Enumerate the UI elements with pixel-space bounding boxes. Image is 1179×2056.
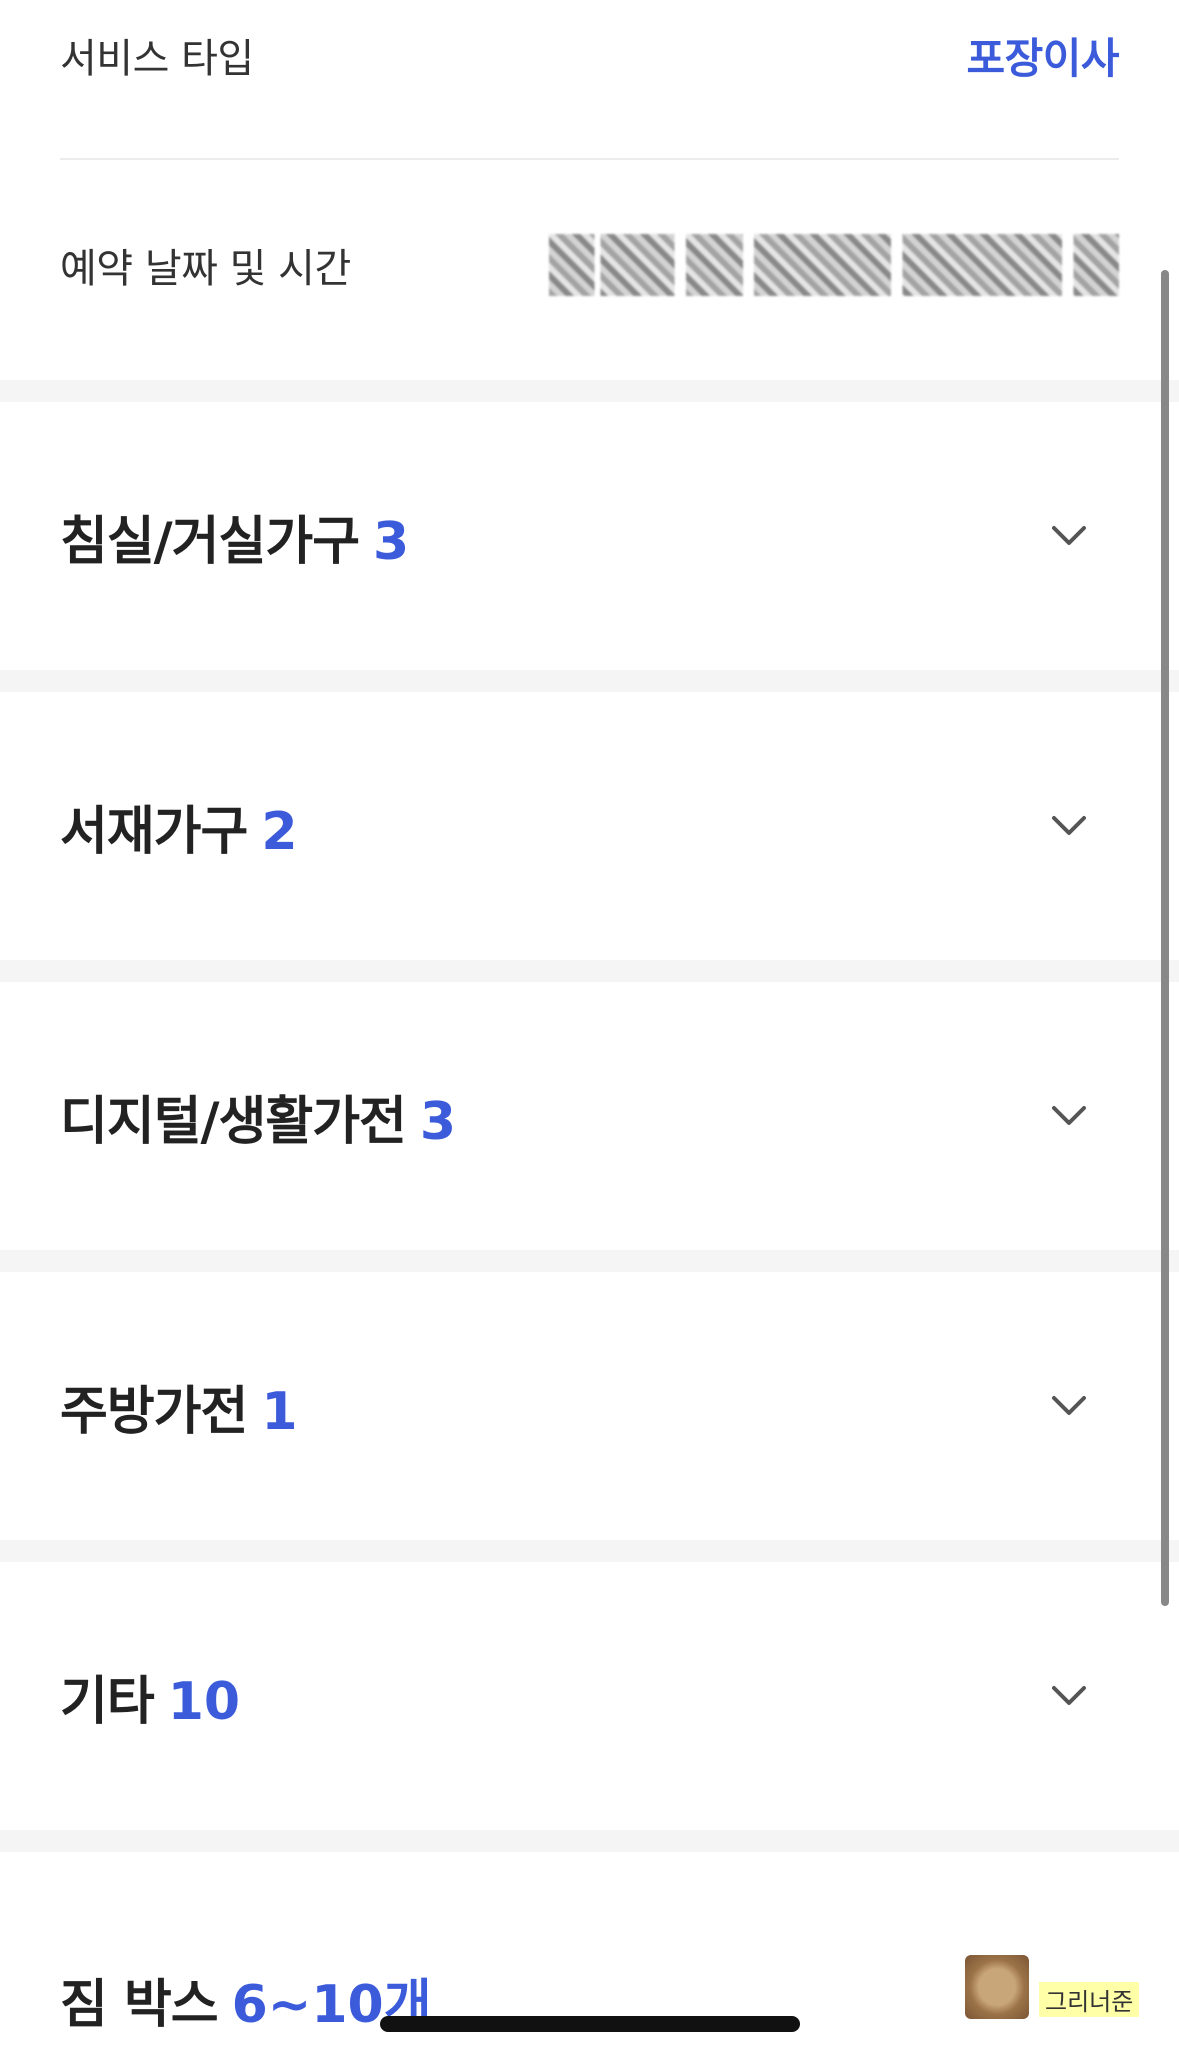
section-others[interactable]: 기타 10 — [0, 1562, 1160, 1830]
section-heading: 짐 박스 6~10개 — [60, 1962, 432, 2037]
chevron-down-icon[interactable] — [1046, 803, 1092, 849]
service-type-label: 서비스 타입 — [60, 36, 254, 82]
section-heading: 디지털/생활가전 3 — [60, 1079, 456, 1154]
section-gap — [0, 960, 1179, 982]
section-count: 10 — [167, 1671, 241, 1732]
section-title: 서재가구 — [60, 801, 248, 862]
chevron-down-icon[interactable] — [1046, 1673, 1092, 1719]
section-count: 3 — [419, 1091, 457, 1152]
watermark-text: 그리너준 — [1039, 1982, 1140, 2017]
scrollbar[interactable] — [1161, 270, 1169, 1606]
watermark: 그리너준 — [965, 1955, 1140, 2019]
home-indicator — [380, 2016, 800, 2032]
section-digital-appliances[interactable]: 디지털/생활가전 3 — [0, 982, 1160, 1250]
section-gap — [0, 1540, 1179, 1562]
section-title: 짐 박스 — [60, 1975, 219, 2035]
section-title: 기타 — [60, 1671, 155, 1732]
section-heading: 서재가구 2 — [60, 789, 298, 864]
divider — [60, 158, 1119, 160]
chevron-down-icon[interactable] — [1046, 513, 1092, 559]
service-type-value: 포장이사 — [966, 33, 1119, 83]
section-heading: 주방가전 1 — [60, 1369, 298, 1444]
section-gap — [0, 670, 1179, 692]
section-study-furniture[interactable]: 서재가구 2 — [0, 692, 1160, 960]
section-title: 침실/거실가구 — [60, 511, 360, 572]
section-kitchen-appliances[interactable]: 주방가전 1 — [0, 1272, 1160, 1540]
section-bedroom-living-furniture[interactable]: 침실/거실가구 3 — [0, 402, 1160, 670]
chevron-down-icon[interactable] — [1046, 1093, 1092, 1139]
chevron-down-icon[interactable] — [1046, 1383, 1092, 1429]
section-heading: 침실/거실가구 3 — [60, 499, 409, 574]
section-gap — [0, 1830, 1179, 1852]
reservation-label: 예약 날짜 및 시간 — [60, 246, 351, 292]
section-gap — [0, 380, 1179, 402]
booking-info: 서비스 타입 포장이사 예약 날짜 및 시간 — [0, 0, 1179, 380]
section-count: 3 — [373, 511, 410, 572]
service-type-row: 서비스 타입 포장이사 — [60, 20, 1119, 90]
reservation-row: 예약 날짜 및 시간 — [60, 230, 1119, 300]
section-count: 1 — [261, 1381, 298, 1442]
section-heading: 기타 10 — [60, 1659, 240, 1734]
section-title: 디지털/생활가전 — [60, 1091, 407, 1152]
section-count: 2 — [261, 801, 298, 862]
section-gap — [0, 1250, 1179, 1272]
reservation-value-redacted — [549, 234, 1119, 296]
section-title: 주방가전 — [60, 1381, 248, 1442]
watermark-logo — [965, 1955, 1029, 2019]
